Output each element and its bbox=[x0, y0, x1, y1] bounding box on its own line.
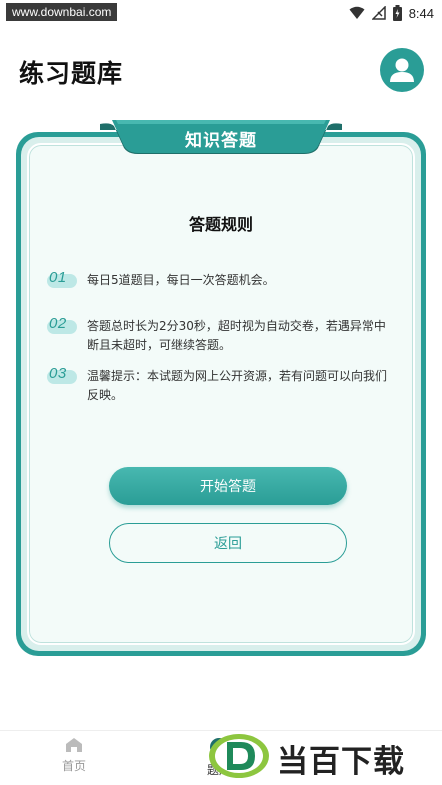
brand-watermark: 当百下载 bbox=[205, 728, 442, 785]
watermark-url: www.downbai.com bbox=[6, 3, 118, 21]
rule-number: 01 bbox=[49, 269, 67, 286]
battery-icon bbox=[392, 5, 402, 21]
card-tab-label: 知识答题 bbox=[185, 130, 257, 151]
rule-number: 03 bbox=[49, 365, 67, 382]
nav-item-home[interactable]: 首页 bbox=[44, 737, 104, 774]
avatar-button[interactable] bbox=[380, 48, 424, 92]
brand-logo-icon bbox=[209, 734, 269, 778]
rule-item: 01 每日5道题目，每日一次答题机会。 bbox=[47, 269, 397, 291]
user-icon bbox=[390, 58, 414, 82]
rule-text: 每日5道题目，每日一次答题机会。 bbox=[87, 273, 275, 287]
back-button[interactable]: 返回 bbox=[109, 523, 347, 563]
card-tab-banner: 知识答题 bbox=[100, 120, 342, 156]
nav-label-home: 首页 bbox=[61, 759, 86, 773]
quiz-card: 答题规则 01 每日5道题目，每日一次答题机会。 02 答题总时长为2分30秒，… bbox=[16, 132, 426, 656]
rules-title: 答题规则 bbox=[188, 215, 253, 234]
status-bar: www.downbai.com 8:44 bbox=[0, 0, 442, 26]
home-icon bbox=[66, 738, 82, 752]
rule-item: 02 答题总时长为2分30秒，超时视为自动交卷，若遇异常中断且未超时，可继续答题… bbox=[47, 315, 397, 355]
page-title: 练习题库 bbox=[19, 59, 124, 88]
signal-icon bbox=[371, 6, 386, 20]
rule-text: 温馨提示：本试题为网上公开资源，若有问题可以向我们反映。 bbox=[87, 369, 388, 402]
status-icons: 8:44 bbox=[349, 3, 434, 23]
status-time: 8:44 bbox=[408, 5, 434, 21]
start-quiz-button[interactable]: 开始答题 bbox=[109, 467, 347, 505]
wifi-icon bbox=[349, 6, 365, 19]
rule-text: 答题总时长为2分30秒，超时视为自动交卷，若遇异常中断且未超时，可继续答题。 bbox=[87, 319, 386, 352]
brand-text: 当百下载 bbox=[277, 744, 405, 780]
rule-item: 03 温馨提示：本试题为网上公开资源，若有问题可以向我们反映。 bbox=[47, 365, 397, 405]
rule-number: 02 bbox=[49, 315, 67, 332]
